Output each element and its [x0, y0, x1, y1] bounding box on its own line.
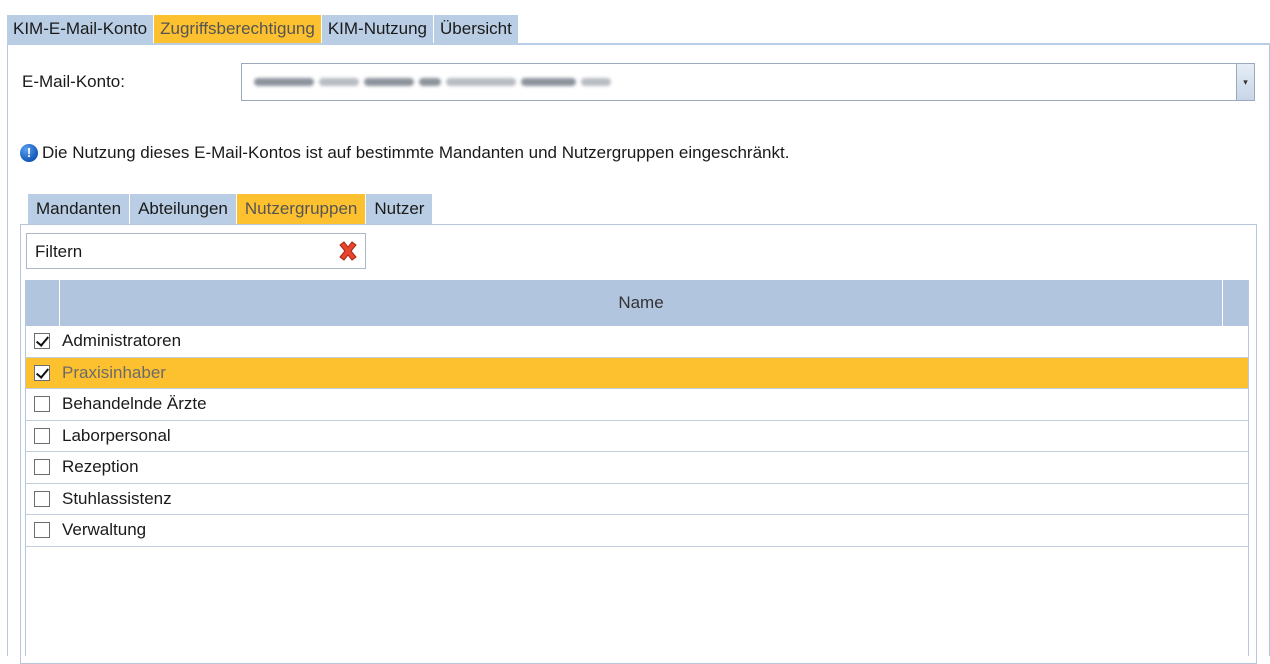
- header-checkbox-column: [26, 280, 60, 326]
- header-scrollbar-spacer: [1222, 280, 1248, 326]
- row-name: Rezeption: [62, 457, 139, 477]
- clear-filter-button[interactable]: [331, 235, 365, 267]
- row-name: Praxisinhaber: [62, 362, 166, 382]
- table-row[interactable]: Verwaltung: [26, 515, 1248, 547]
- row-checkbox[interactable]: [34, 396, 50, 413]
- column-header-name[interactable]: Name: [60, 280, 1222, 326]
- tab-nutzergruppen[interactable]: Nutzergruppen: [236, 194, 366, 224]
- filter-input[interactable]: Filtern: [26, 233, 366, 269]
- row-checkbox[interactable]: [34, 364, 50, 381]
- row-checkbox[interactable]: [34, 333, 50, 350]
- table-row[interactable]: Rezeption: [26, 452, 1248, 484]
- row-name: Stuhlassistenz: [62, 488, 172, 508]
- row-checkbox[interactable]: [34, 522, 50, 539]
- tab-nutzer[interactable]: Nutzer: [366, 194, 433, 224]
- filter-text: Filtern: [35, 242, 83, 261]
- row-checkbox[interactable]: [34, 459, 50, 476]
- table-row[interactable]: Laborpersonal: [26, 420, 1248, 452]
- chevron-down-icon[interactable]: ▾: [1236, 64, 1254, 100]
- tab-mandanten[interactable]: Mandanten: [28, 194, 130, 224]
- tab-kim-email-konto[interactable]: KIM-E-Mail-Konto: [7, 15, 154, 43]
- email-account-label: E-Mail-Konto:: [22, 72, 125, 91]
- tab-zugriffsberechtigung[interactable]: Zugriffsberechtigung: [154, 15, 321, 43]
- row-checkbox[interactable]: [34, 490, 50, 507]
- info-icon: !: [20, 144, 38, 162]
- tab-kim-nutzung[interactable]: KIM-Nutzung: [321, 15, 434, 43]
- email-account-value-redacted: [254, 75, 694, 89]
- tab-abteilungen[interactable]: Abteilungen: [130, 194, 236, 224]
- row-name: Behandelnde Ärzte: [62, 394, 207, 414]
- row-name: Laborpersonal: [62, 425, 171, 445]
- row-name: Administratoren: [62, 331, 182, 351]
- info-message: ! Die Nutzung dieses E-Mail-Kontos ist a…: [20, 142, 789, 164]
- table-row[interactable]: Administratoren: [26, 326, 1248, 358]
- row-checkbox[interactable]: [34, 427, 50, 444]
- table-row[interactable]: Praxisinhaber: [26, 357, 1248, 389]
- info-message-text: Die Nutzung dieses E-Mail-Kontos ist auf…: [42, 143, 790, 162]
- grid-rows: Administratoren Praxisinhaber Behandelnd…: [26, 326, 1248, 547]
- grid-header: Name: [26, 280, 1248, 326]
- clear-filter-icon: [339, 241, 357, 261]
- user-groups-grid: Name Administratoren Praxisinhaber Behan…: [25, 280, 1249, 656]
- email-account-dropdown[interactable]: ▾: [241, 63, 1255, 101]
- table-row[interactable]: Stuhlassistenz: [26, 483, 1248, 515]
- tab-uebersicht[interactable]: Übersicht: [434, 15, 518, 43]
- table-row[interactable]: Behandelnde Ärzte: [26, 389, 1248, 421]
- top-tab-bar: KIM-E-Mail-Konto Zugriffsberechtigung KI…: [7, 15, 518, 43]
- inner-tab-bar: Mandanten Abteilungen Nutzergruppen Nutz…: [28, 194, 433, 224]
- row-name: Verwaltung: [62, 520, 147, 540]
